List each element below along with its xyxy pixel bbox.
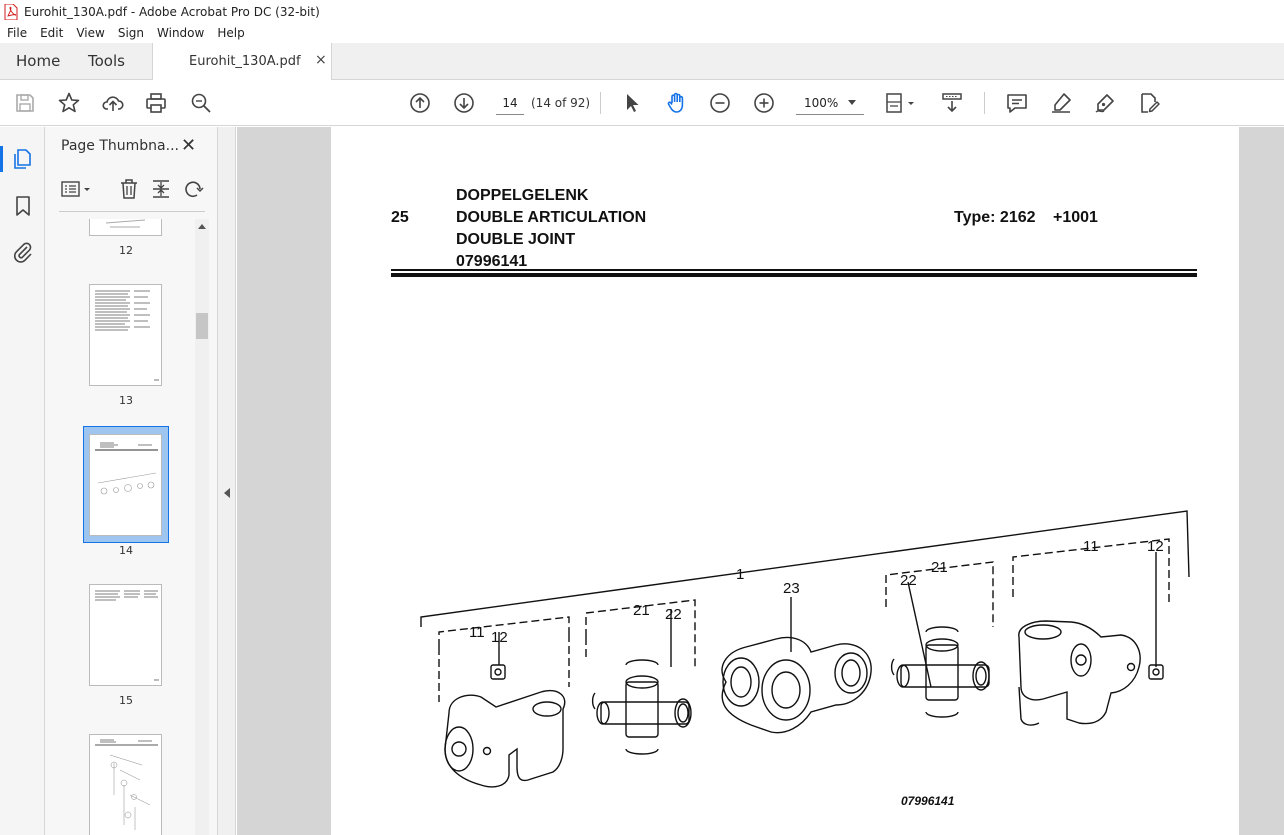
navigation-rail <box>0 127 45 835</box>
menu-window[interactable]: Window <box>150 26 210 40</box>
menu-view[interactable]: View <box>69 26 110 40</box>
thumbnail-preview <box>95 739 158 830</box>
edit-pdf-icon[interactable] <box>1137 91 1161 115</box>
thumbnail-page[interactable] <box>89 584 162 686</box>
tab-document[interactable]: Eurohit_130A.pdf × <box>152 43 332 81</box>
toolbar: (14 of 92) 100% <box>0 80 1284 126</box>
rotate-page-icon[interactable] <box>181 177 205 201</box>
callout-12-right: 12 <box>1147 538 1164 555</box>
thumbnail-page-current[interactable] <box>89 434 162 536</box>
menu-help[interactable]: Help <box>210 26 250 40</box>
options-menu-icon[interactable] <box>59 177 95 201</box>
page-count-label: (14 of 92) <box>531 96 591 110</box>
thumbnail-page-number: 12 <box>119 244 133 257</box>
type-label: Type: 2162 <box>954 209 1036 226</box>
zoom-out-icon[interactable] <box>708 91 732 115</box>
bookmarks-icon[interactable] <box>11 194 35 218</box>
header-rule-thick <box>391 273 1197 277</box>
thumbnail-page-number: 15 <box>119 694 133 707</box>
attachments-paperclip-icon[interactable] <box>11 240 35 264</box>
thumbnail-page[interactable] <box>89 219 162 236</box>
window-title: Eurohit_130A.pdf - Adobe Acrobat Pro DC … <box>24 4 320 19</box>
comment-icon[interactable] <box>1005 91 1029 115</box>
thumbnail-page-number: 13 <box>119 394 133 407</box>
thumbnail-page-number: 14 <box>119 544 133 557</box>
section-number: 25 <box>391 209 409 226</box>
zoom-in-icon[interactable] <box>752 91 776 115</box>
fill-sign-icon[interactable] <box>1093 91 1117 115</box>
save-icon[interactable] <box>13 91 37 115</box>
panel-toolbar <box>57 175 207 203</box>
callout-21-left: 21 <box>633 602 650 619</box>
acrobat-pdf-icon <box>4 3 18 20</box>
upload-cloud-icon[interactable] <box>101 91 125 115</box>
callout-21-right: 21 <box>931 559 948 576</box>
header-rule-thin <box>391 269 1197 271</box>
bookmark-star-icon[interactable] <box>57 91 81 115</box>
tab-document-label: Eurohit_130A.pdf <box>189 54 301 69</box>
page-fit-icon[interactable] <box>884 91 918 115</box>
toolbar-divider <box>984 92 985 114</box>
thumbnail-preview <box>95 590 159 681</box>
zoom-level-value: 100% <box>804 96 839 110</box>
callout-22-right: 22 <box>900 572 917 589</box>
exploded-parts-drawing: 1 11 12 21 22 23 21 22 11 12 07996141 <box>420 510 1190 808</box>
tab-tools[interactable]: Tools <box>88 52 125 70</box>
print-icon[interactable] <box>144 91 168 115</box>
callout-11-right: 11 <box>1083 538 1099 555</box>
callout-23: 23 <box>783 580 800 597</box>
chevron-down-icon <box>848 100 856 105</box>
panel-close-icon[interactable]: ✕ <box>181 135 196 156</box>
thumbnail-page[interactable] <box>89 284 162 386</box>
tab-home[interactable]: Home <box>16 52 60 70</box>
document-view[interactable]: 25 DOPPELGELENK DOUBLE ARTICULATION DOUB… <box>237 127 1284 835</box>
next-page-icon[interactable] <box>452 91 476 115</box>
type-suffix: +1001 <box>1053 209 1098 226</box>
panel-collapse-handle[interactable] <box>218 127 236 835</box>
panel-title: Page Thumbna... <box>61 138 179 154</box>
page-thumbnails-icon[interactable] <box>11 147 35 171</box>
highlight-pen-icon[interactable] <box>1049 91 1073 115</box>
thumbnail-page[interactable] <box>89 734 162 835</box>
hand-tool-icon[interactable] <box>664 91 688 115</box>
title-french: DOUBLE ARTICULATION <box>456 209 647 226</box>
page-number-input[interactable] <box>496 91 524 115</box>
scrollbar-thumb[interactable] <box>196 313 208 339</box>
menu-sign[interactable]: Sign <box>111 26 150 40</box>
page-thumbnails-panel: Page Thumbna... ✕ 12 13 14 15 <box>45 127 218 835</box>
thumbnail-list: 12 13 14 15 <box>45 219 195 835</box>
chevron-left-icon <box>224 488 230 498</box>
callout-1: 1 <box>736 566 744 583</box>
title-english: DOUBLE JOINT <box>456 231 576 248</box>
extract-pages-icon[interactable] <box>149 177 173 201</box>
thumbnail-preview <box>95 290 159 381</box>
toolbar-divider <box>600 92 601 114</box>
select-cursor-icon[interactable] <box>620 91 644 115</box>
thumbnail-scrollbar[interactable] <box>195 219 209 835</box>
pdf-page: 25 DOPPELGELENK DOUBLE ARTICULATION DOUB… <box>331 127 1239 835</box>
active-indicator <box>0 146 3 172</box>
scroll-mode-icon[interactable] <box>940 91 964 115</box>
callout-22-left: 22 <box>665 606 682 623</box>
find-zoom-icon[interactable] <box>189 91 213 115</box>
scroll-up-icon[interactable] <box>198 224 206 229</box>
zoom-level-dropdown[interactable]: 100% <box>796 91 864 115</box>
delete-trash-icon[interactable] <box>117 177 141 201</box>
title-german: DOPPELGELENK <box>456 187 589 204</box>
tab-bar: Home Tools Eurohit_130A.pdf × <box>0 43 1284 81</box>
thumbnail-preview <box>105 219 146 228</box>
tab-close-icon[interactable]: × <box>315 52 327 68</box>
title-bar: Eurohit_130A.pdf - Adobe Acrobat Pro DC … <box>0 0 1284 23</box>
drawing-caption: 07996141 <box>901 794 955 808</box>
thumbnail-preview <box>95 442 158 495</box>
callout-11-left: 11 <box>469 624 485 641</box>
previous-page-icon[interactable] <box>408 91 432 115</box>
menu-edit[interactable]: Edit <box>33 26 69 40</box>
callout-12-left: 12 <box>491 629 508 646</box>
menu-file[interactable]: File <box>0 26 33 40</box>
document-margin-right <box>1239 127 1284 835</box>
menu-bar: File Edit View Sign Window Help <box>0 23 1284 43</box>
panel-divider <box>59 211 205 212</box>
